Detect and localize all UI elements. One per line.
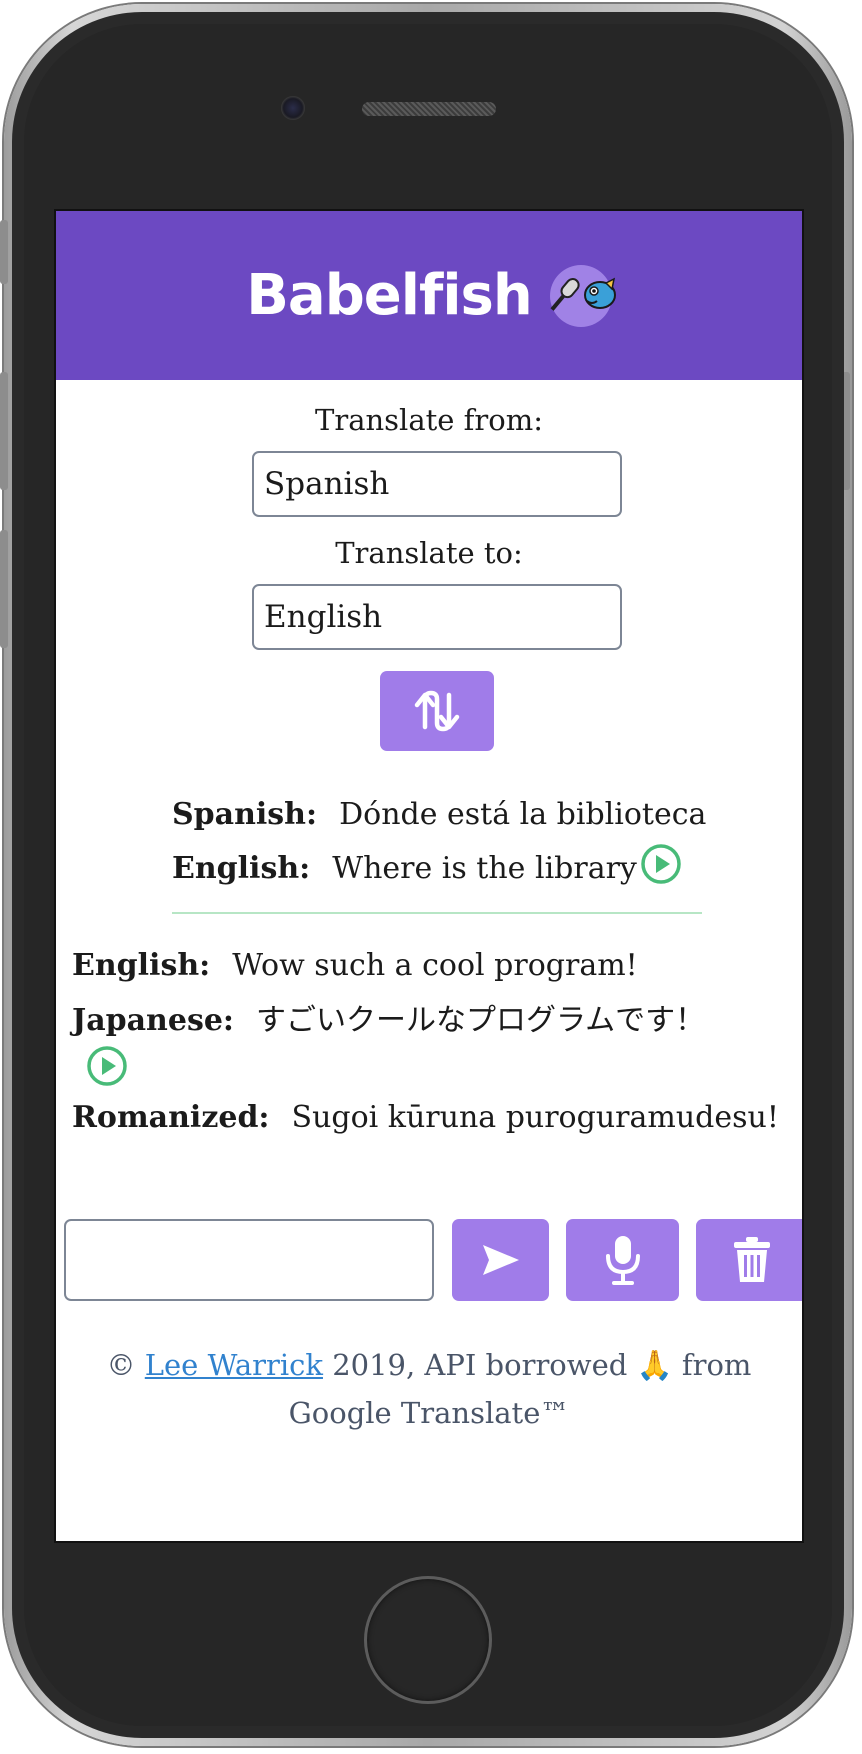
app-title: Babelfish <box>246 263 532 328</box>
praying-hands-icon: 🙏 <box>636 1348 673 1382</box>
source-text: Wow such a cool program! <box>232 948 638 983</box>
clear-button[interactable] <box>696 1219 802 1301</box>
source-lang-label: Spanish: <box>172 797 318 832</box>
footer: © Lee Warrick 2019, API borrowed 🙏 from … <box>56 1341 802 1437</box>
target-lang-label: Japanese: <box>72 1003 234 1038</box>
phone-mute-switch <box>0 220 8 284</box>
send-icon <box>482 1245 519 1275</box>
phone-volume-down <box>0 530 8 648</box>
target-text: Where is the library <box>332 851 637 886</box>
author-link[interactable]: Lee Warrick <box>145 1348 323 1382</box>
translation-target-line: English: Where is the library <box>172 851 637 886</box>
microphone-button[interactable] <box>566 1219 679 1301</box>
swap-languages-button[interactable] <box>380 671 494 751</box>
phone-volume-up <box>0 372 8 490</box>
target-text: すごいクールなプログラムです！ <box>256 1003 706 1038</box>
footer-text-from: from <box>681 1348 752 1382</box>
source-language-select[interactable]: Spanish <box>252 451 622 517</box>
babelfish-logo-icon <box>549 264 616 327</box>
footer-google-translate: Google Translate™ <box>288 1396 570 1430</box>
source-lang-label: English: <box>72 948 211 983</box>
translation-divider <box>172 912 702 914</box>
romanized-label: Romanized: <box>72 1100 270 1135</box>
front-camera <box>281 96 305 120</box>
translate-text-input[interactable] <box>64 1219 434 1301</box>
swap-arrows-icon <box>414 690 460 732</box>
earpiece-speaker <box>362 102 496 116</box>
target-lang-label: English: <box>172 851 311 886</box>
translation-target-line: Japanese: すごいクールなプログラムです！ <box>72 995 705 1039</box>
footer-text: 2019, API borrowed <box>332 1348 628 1382</box>
home-button[interactable] <box>364 1576 492 1704</box>
play-audio-icon[interactable] <box>86 1045 128 1087</box>
translation-source-line: Spanish: Dónde está la biblioteca <box>172 797 706 832</box>
microphone-icon <box>605 1236 640 1285</box>
source-text: Dónde está la biblioteca <box>339 797 707 832</box>
romanized-text: Sugoi kūruna puroguramudesu! <box>291 1100 779 1135</box>
translate-from-label: Translate from: <box>315 403 543 437</box>
trash-icon <box>734 1237 770 1282</box>
play-audio-icon[interactable] <box>640 843 682 885</box>
app-screen: Babelfish Translate from: Spanish Transl… <box>54 209 804 1543</box>
copyright-symbol: © <box>106 1348 136 1382</box>
send-button[interactable] <box>452 1219 549 1301</box>
translation-source-line: English: Wow such a cool program! <box>72 948 638 983</box>
app-header: Babelfish <box>56 211 802 380</box>
translate-to-label: Translate to: <box>335 536 523 570</box>
romanized-line: Romanized: Sugoi kūruna puroguramudesu! <box>72 1100 779 1135</box>
target-language-select[interactable]: English <box>252 584 622 650</box>
